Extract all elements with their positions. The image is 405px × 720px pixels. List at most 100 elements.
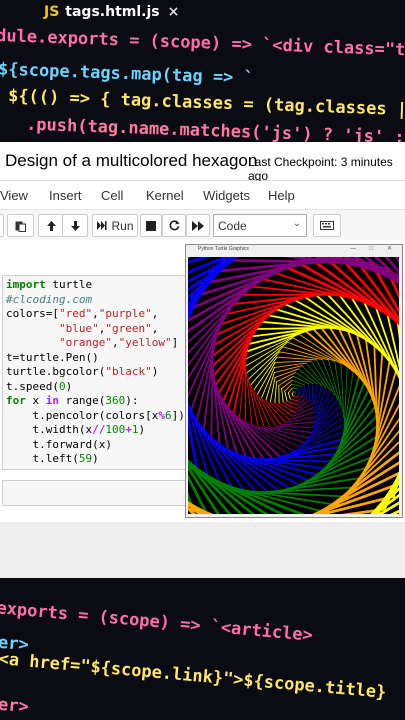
code-number: 100 (105, 423, 126, 436)
last-checkpoint: Last Checkpoint: 3 minutes ago (248, 155, 393, 183)
code-token: colors=[ (6, 307, 59, 320)
editor-tab: JS tags.html.js × (44, 4, 179, 20)
spiral-segment (250, 384, 265, 428)
spiral-segment (286, 400, 299, 406)
code-token: , (151, 307, 159, 320)
spiral-segment (291, 383, 302, 388)
menu-cell[interactable]: Cell (101, 188, 123, 203)
move-up-icon (46, 220, 56, 231)
restart-button[interactable] (162, 214, 186, 237)
code-comment: #clcoding.com (6, 292, 93, 306)
code-token: t=turtle.Pen() (6, 350, 99, 364)
banner-code-line: er> (0, 694, 30, 718)
spiral-segment (287, 392, 291, 400)
paste-icon (15, 221, 26, 232)
code-token: t.speed( (6, 379, 59, 393)
spiral-segment (274, 381, 278, 404)
spiral-segment (310, 360, 331, 392)
move-down-icon (70, 220, 80, 231)
code-number: 6 (164, 408, 172, 422)
spiral-segment (296, 393, 301, 398)
code-number: 360 (105, 394, 126, 407)
menu-widgets[interactable]: Widgets (203, 188, 250, 203)
spiral-segment (287, 387, 293, 394)
cell-type-select[interactable]: Code ⌄ (213, 214, 307, 237)
code-token: ] (171, 336, 179, 349)
tab-close-icon: × (167, 4, 180, 20)
code-token: , (111, 336, 119, 349)
code-token: t.pencolor(colors[x (6, 408, 159, 422)
spiral-segment (305, 362, 327, 389)
code-token: ) (151, 365, 159, 378)
code-string: "red" (58, 307, 93, 320)
turtle-graphics-window[interactable]: Python Turtle Graphics — □ ✕ (185, 244, 403, 518)
spiral-segment (304, 410, 343, 444)
code-token: t.left( (6, 452, 79, 465)
spiral-segment (245, 372, 253, 426)
copy-button[interactable] (0, 214, 4, 237)
code-keyword: for (6, 394, 26, 407)
menu-insert[interactable]: Insert (49, 188, 82, 203)
command-palette-button[interactable] (313, 214, 341, 237)
cell-type-value: Code (218, 219, 247, 233)
stop-icon (146, 220, 156, 231)
top-code-banner: JS tags.html.js × dule.exports = (scope) =… (0, 0, 405, 142)
spiral-segment (291, 387, 299, 390)
spiral-segment (256, 393, 277, 428)
spiral-segment (261, 397, 282, 426)
window-controls[interactable]: — □ ✕ (350, 245, 398, 252)
banner-code-line: ${scope.tags.map(tag => ` (0, 59, 255, 89)
spiral-segment (297, 388, 301, 395)
run-button[interactable]: Run (92, 214, 138, 237)
restart-run-all-button[interactable] (186, 214, 210, 237)
tab-filename: tags.html.js (65, 4, 160, 20)
menu-kernel[interactable]: Kernel (146, 188, 184, 203)
code-token: ) (65, 379, 73, 393)
code-number: 59 (78, 452, 93, 465)
spiral-segment (263, 453, 337, 461)
notebook-toolbar: Run Code ⌄ (0, 210, 405, 241)
code-token: ) (92, 452, 99, 465)
code-token: , (92, 307, 99, 320)
spiral-segment (269, 376, 276, 403)
spiral-segment (291, 393, 294, 398)
js-file-icon: JS (44, 4, 60, 20)
move-down-button[interactable] (62, 214, 88, 237)
move-up-button[interactable] (38, 214, 64, 237)
spiral-segment (273, 362, 307, 369)
code-string: "green" (105, 321, 152, 335)
banner-code-line: .push(tag.name.matches('js') ? 'js' : ''… (25, 114, 405, 142)
stop-button[interactable] (140, 214, 162, 237)
spiral-segment (247, 346, 284, 380)
menu-help[interactable]: Help (268, 188, 295, 203)
code-operator: % (158, 408, 165, 422)
code-token: range( (59, 394, 106, 407)
spiral-segment (297, 396, 308, 406)
code-token: turtle.bgcolor( (6, 365, 106, 378)
code-editor[interactable]: import turtle #clcoding.com colors=["red… (6, 278, 185, 467)
banner-code-line: <a href="${scope.link}">${scope.title} (0, 649, 388, 703)
spiral-segment (313, 394, 335, 428)
code-string: "black" (105, 365, 152, 378)
code-operator: + (125, 423, 132, 436)
spiral-segment (279, 351, 323, 360)
notebook-title[interactable]: Design of a multicolored hexagon (5, 151, 257, 171)
code-string: "orange" (58, 336, 112, 349)
spiral-segment (269, 401, 291, 421)
menu-view[interactable]: View (0, 188, 28, 203)
keyboard-icon (320, 221, 334, 230)
code-keyword: in (45, 394, 59, 407)
turtle-canvas (188, 257, 399, 514)
code-string: "yellow" (118, 336, 172, 349)
empty-code-cell[interactable] (2, 480, 188, 506)
notebook-footer-area (0, 522, 405, 578)
bottom-code-banner: exports = (scope) => `<article> er> <a h… (0, 578, 405, 720)
paste-button[interactable] (7, 214, 34, 237)
chevron-down-icon: ⌄ (292, 218, 301, 229)
code-token: ) (138, 423, 146, 436)
spiral-segment (293, 375, 309, 385)
code-string: "blue" (58, 321, 99, 335)
menu-bar: View Insert Cell Kernel Widgets Help (0, 181, 405, 210)
code-cell[interactable]: import turtle #clcoding.com colors=["red… (2, 275, 188, 470)
code-operator: // (92, 423, 106, 436)
